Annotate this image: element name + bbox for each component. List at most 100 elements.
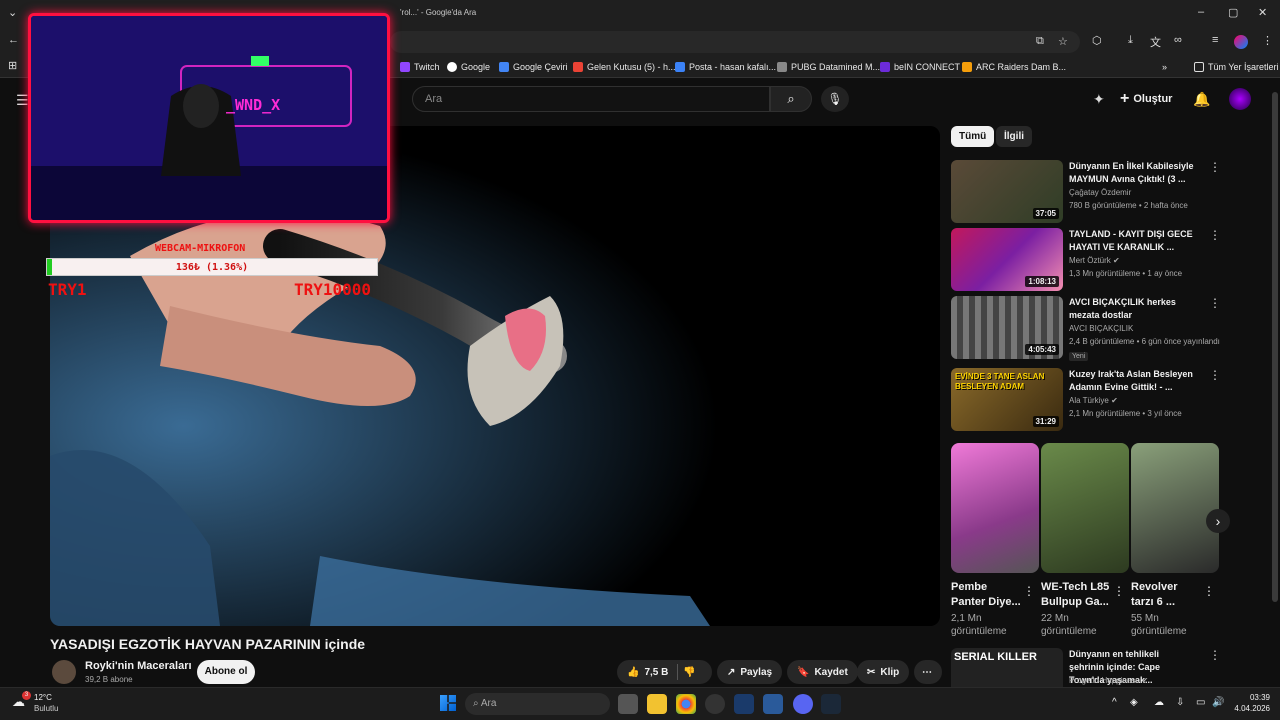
obs-icon[interactable] (705, 694, 725, 714)
short-title[interactable]: Pembe Panter Diye... (951, 580, 1023, 610)
apps-grid-icon[interactable]: ⊞ (8, 59, 17, 72)
chip-all[interactable]: Tümü (951, 126, 995, 147)
maximize-icon[interactable]: ▢ (1228, 6, 1238, 19)
share-button[interactable]: ↗ Paylaş (717, 660, 783, 684)
channel-name[interactable]: Royki'nin Maceraları (85, 660, 192, 672)
tray-app-icon[interactable]: ◈ (1130, 697, 1138, 708)
all-bookmarks[interactable]: Tüm Yer İşaretleri (1194, 59, 1279, 75)
recommendation-title[interactable]: Kuzey Irak'ta Aslan Besleyen Adamın Evin… (1069, 368, 1195, 394)
usb-icon[interactable]: ⇩ (1176, 697, 1184, 708)
bookmark-translate[interactable]: Google Çeviri (499, 59, 568, 75)
channel-avatar[interactable] (52, 660, 76, 684)
hamburger-menu-icon[interactable]: ☰ (16, 92, 29, 109)
save-button[interactable]: 🔖 Kaydet (787, 660, 858, 684)
app-diamond-icon[interactable] (734, 694, 754, 714)
recommendation-item[interactable]: SERIAL KILLER Dünyanın en tehlikeli şehr… (951, 648, 1221, 687)
more-options-icon[interactable]: ⋮ (1113, 584, 1125, 598)
file-explorer-icon[interactable] (647, 694, 667, 714)
video-thumbnail[interactable]: SERIAL KILLER (951, 648, 1063, 687)
short-thumbnail[interactable] (1041, 443, 1129, 573)
chip-related[interactable]: İlgili (996, 126, 1032, 147)
short-title[interactable]: WE-Tech L85 Bullpup Ga... (1041, 580, 1113, 610)
thumbs-up-icon[interactable]: 👍 (627, 667, 639, 678)
recommendation-title[interactable]: Dünyanın En İlkel Kabilesiyle MAYMUN Avı… (1069, 160, 1195, 186)
more-options-icon[interactable]: ⋮ (1209, 648, 1221, 662)
taskbar-clock[interactable]: 03:39 4.04.2026 (1230, 692, 1270, 714)
youtube-studio-icon[interactable]: ✦ (1093, 91, 1105, 108)
bookmark-mail[interactable]: Posta - hasan kafalı... (675, 59, 776, 75)
recommendation-title[interactable]: AVCI BIÇAKÇILIK herkes mezata dostlar (1069, 296, 1195, 322)
tab-list-chevron-icon[interactable]: ⌄ (8, 6, 17, 19)
shorts-next-chevron-icon[interactable]: › (1206, 509, 1230, 533)
duration-badge: 4:05:43 (1025, 344, 1059, 355)
media-control-icon[interactable]: ≡ (1212, 34, 1218, 46)
bookmark-bein[interactable]: beIN CONNECT (880, 59, 960, 75)
back-arrow-icon[interactable]: ← (8, 34, 19, 46)
subscribe-button[interactable]: Abone ol (197, 660, 255, 684)
recommendation-item[interactable]: 1:08:13 TAYLAND - KAYIT DIŞI GECE HAYATI… (951, 228, 1221, 292)
network-icon[interactable]: ▭ (1196, 697, 1205, 708)
notifications-bell-icon[interactable]: 🔔 (1193, 91, 1210, 108)
short-thumbnail[interactable] (1131, 443, 1219, 573)
video-thumbnail[interactable]: 37:05 (951, 160, 1063, 223)
voice-search-button[interactable]: 🎙 (821, 86, 849, 112)
steam-icon[interactable] (821, 694, 841, 714)
bookmark-pubg[interactable]: PUBG Datamined M... (777, 59, 880, 75)
recommendation-channel: Mert Öztürk ✔ (1069, 256, 1120, 265)
discord-icon[interactable] (793, 694, 813, 714)
more-bookmarks-chevron-icon[interactable]: » (1162, 59, 1167, 75)
recommendation-item[interactable]: 4:05:43 AVCI BIÇAKÇILIK herkes mezata do… (951, 296, 1221, 361)
more-options-icon[interactable]: ⋮ (1209, 296, 1221, 310)
recommendation-meta: 1,3 Mn görüntüleme • 1 ay önce (1069, 269, 1183, 278)
minimize-icon[interactable]: – (1198, 6, 1204, 18)
video-thumbnail[interactable]: EVİNDE 3 TANE ASLAN BESLEYEN ADAM 31:29 (951, 368, 1063, 431)
more-options-icon[interactable]: ⋮ (1209, 368, 1221, 382)
more-options-icon[interactable]: ⋮ (1203, 584, 1215, 598)
address-bar[interactable]: ⧉ ☆ (390, 31, 1080, 53)
mail-icon (675, 62, 685, 72)
profile-avatar[interactable] (1234, 35, 1248, 49)
taskbar-search[interactable]: ⌕ Ara (465, 693, 610, 715)
tab-second[interactable]: 'rol...' - Google'da Ara (400, 8, 476, 17)
recommendation-title[interactable]: TAYLAND - KAYIT DIŞI GECE HAYATI VE KARA… (1069, 228, 1195, 254)
search-input[interactable]: Ara (412, 86, 770, 112)
create-button[interactable]: + Oluştur (1120, 90, 1172, 108)
weather-temp: 12°C (34, 693, 52, 702)
short-thumbnail[interactable] (951, 443, 1039, 573)
neon-sign: _WND_X (226, 96, 281, 114)
recommendation-item[interactable]: EVİNDE 3 TANE ASLAN BESLEYEN ADAM 31:29 … (951, 368, 1221, 432)
bookmark-twitch[interactable]: Twitch (400, 59, 440, 75)
like-count[interactable]: 7,5 B (644, 667, 668, 678)
goal-max-label: TRY10000 (294, 280, 372, 299)
more-options-icon[interactable]: ⋮ (1023, 584, 1035, 598)
system-tray-chevron-icon[interactable]: ^ (1112, 697, 1117, 708)
more-options-icon[interactable]: ⋮ (1209, 160, 1221, 174)
star-bookmark-icon[interactable]: ☆ (1058, 35, 1068, 48)
recommendation-item[interactable]: 37:05 Dünyanın En İlkel Kabilesiyle MAYM… (951, 160, 1221, 224)
video-thumbnail[interactable]: 4:05:43 (951, 296, 1063, 359)
onedrive-icon[interactable]: ☁ (1154, 697, 1164, 708)
close-window-icon[interactable]: ✕ (1258, 6, 1267, 19)
install-app-icon[interactable]: ⧉ (1036, 35, 1044, 48)
short-title[interactable]: Revolver tarzı 6 ... (1131, 580, 1203, 610)
bookmark-arc[interactable]: ARC Raiders Dam B... (962, 59, 1066, 75)
volume-icon[interactable]: 🔊 (1212, 697, 1224, 708)
clip-button[interactable]: ✂ Klip (857, 660, 910, 684)
link-icon[interactable]: ∞ (1174, 34, 1182, 46)
extensions-icon[interactable]: ⬡ (1092, 34, 1102, 47)
menu-dots-icon[interactable]: ⋮ (1262, 34, 1273, 47)
more-actions-button[interactable]: ⋯ (914, 660, 942, 684)
app-network-icon[interactable] (763, 694, 783, 714)
search-button[interactable]: ⌕ (770, 86, 812, 112)
page-scrollbar[interactable] (1272, 92, 1278, 602)
video-thumbnail[interactable]: 1:08:13 (951, 228, 1063, 291)
download-icon[interactable]: ⤓ (1128, 34, 1133, 47)
account-avatar[interactable] (1229, 88, 1251, 110)
translate-icon[interactable]: 文 (1150, 34, 1161, 50)
bookmark-gmail[interactable]: Gelen Kutusu (5) - h... (573, 59, 676, 75)
bookmark-google[interactable]: Google (447, 59, 490, 75)
task-view-icon[interactable] (618, 694, 638, 714)
thumbs-down-icon[interactable]: 👎 (683, 667, 695, 678)
more-options-icon[interactable]: ⋮ (1209, 228, 1221, 242)
chrome-icon[interactable] (676, 694, 696, 714)
